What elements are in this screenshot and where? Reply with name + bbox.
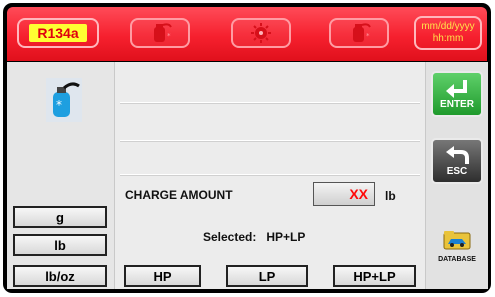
database-label: DATABASE	[438, 256, 476, 263]
unit-lb-label: lb	[54, 237, 66, 253]
divider	[120, 140, 420, 141]
refrigerant-selector[interactable]: R134a	[17, 18, 99, 48]
unit-lboz-button[interactable]: lb/oz	[13, 265, 107, 287]
hp-lp-button[interactable]: HP+LP	[333, 265, 416, 287]
database-car-folder-icon	[443, 231, 471, 250]
svg-text:*: *	[56, 98, 62, 112]
datetime-display: mm/dd/yyyy hh:mm	[414, 16, 482, 50]
unit-g-button[interactable]: g	[13, 206, 107, 228]
process-button[interactable]	[231, 18, 291, 48]
esc-label: ESC	[446, 165, 468, 177]
tank-recover-button[interactable]: *	[329, 18, 389, 48]
app-frame: R134a * * mm/dd/yyyy hh:mm * g lb lb/oz …	[3, 3, 491, 293]
svg-text:*: *	[167, 32, 171, 40]
main-panel: * g lb lb/oz CHARGE AMOUNT XX lb Selecte…	[7, 62, 488, 289]
tank-dispense-icon: *	[154, 23, 172, 42]
esc-button[interactable]: ESC	[431, 138, 483, 184]
enter-button[interactable]: ENTER	[431, 71, 483, 117]
left-column: * g lb lb/oz	[7, 62, 115, 289]
back-arrow-icon	[446, 145, 469, 164]
refrigerant-label: R134a	[29, 24, 87, 42]
hp-lp-label: HP+LP	[353, 268, 396, 284]
unit-lboz-label: lb/oz	[45, 268, 75, 284]
date-text: mm/dd/yyyy	[421, 21, 475, 32]
gear-spinner-icon	[251, 23, 271, 43]
enter-arrow-icon	[446, 79, 467, 98]
tank-recover-icon: *	[353, 23, 371, 42]
database-button[interactable]: DATABASE	[426, 230, 488, 263]
hp-button[interactable]: HP	[124, 265, 201, 287]
tank-dispense-button[interactable]: *	[130, 18, 190, 48]
unit-g-label: g	[56, 209, 64, 225]
charge-amount-label: CHARGE AMOUNT	[125, 188, 233, 202]
charge-unit-label: lb	[385, 189, 396, 203]
unit-lb-button[interactable]: lb	[13, 234, 107, 256]
hp-label: HP	[153, 268, 172, 284]
svg-text:*: *	[366, 32, 370, 40]
refrigerant-tank-icon: *	[46, 78, 82, 122]
lp-button[interactable]: LP	[226, 265, 308, 287]
right-column: ENTER ESC DATABASE	[425, 62, 488, 289]
time-text: hh:mm	[432, 33, 464, 44]
top-bar: R134a * * mm/dd/yyyy hh:mm	[7, 7, 487, 61]
divider	[120, 174, 420, 175]
selected-mode-text: Selected: HP+LP	[203, 230, 306, 244]
enter-label: ENTER	[440, 98, 474, 110]
charge-amount-input[interactable]: XX	[313, 182, 375, 206]
divider	[120, 102, 420, 103]
charge-amount-value: XX	[349, 186, 368, 202]
lp-label: LP	[258, 268, 276, 284]
